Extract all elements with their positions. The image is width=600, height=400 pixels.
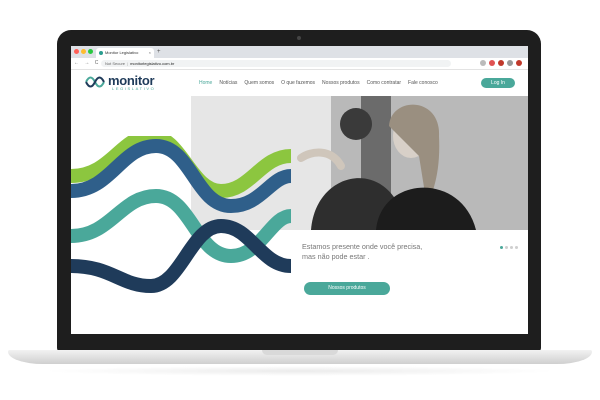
tab-title: Monitor Legislativo [105,50,139,55]
nav-nossos-produtos[interactable]: Nossos produtos [322,80,360,86]
url-text: monitorlegislativo.com.br [130,61,175,66]
logo-subtitle: LEGISLATIVO [112,86,156,91]
laptop-notch [262,350,338,355]
plus-icon[interactable]: + [157,48,161,57]
extension-icon[interactable] [507,60,513,66]
browser-tab-bar: Monitor Legislativo × + [71,46,528,58]
slider-dot[interactable] [500,246,503,249]
star-icon[interactable] [480,60,486,66]
slider-dot[interactable] [510,246,513,249]
site-header: monitor LEGISLATIVO Home Notícias Quem s… [71,70,528,96]
browser-extensions [480,60,522,66]
close-window-button[interactable] [74,49,79,54]
nav-o-que-fazemos[interactable]: O que fazemos [281,80,315,86]
hero-section: Estamos presente onde você precisa, mas … [71,96,528,334]
laptop-screen: Monitor Legislativo × + ← → C Not Secure… [71,46,528,334]
security-label: Not Secure [105,61,126,66]
nav-noticias[interactable]: Notícias [219,80,237,86]
browser-nav-buttons[interactable]: ← → C [74,58,100,69]
maximize-window-button[interactable] [88,49,93,54]
extension-icon[interactable] [489,60,495,66]
browser-tab[interactable]: Monitor Legislativo × [96,48,154,58]
decorative-waves [71,136,291,294]
slider-indicators [500,246,518,249]
nav-quem-somos[interactable]: Quem somos [244,80,274,86]
url-field[interactable]: Not Secure | monitorlegislativo.com.br [101,60,451,67]
main-nav: Home Notícias Quem somos O que fazemos N… [199,80,438,86]
laptop-frame: Monitor Legislativo × + ← → C Not Secure… [0,0,600,400]
url-separator: | [127,61,129,66]
slider-dot[interactable] [515,246,518,249]
nossos-produtos-button[interactable]: Nossos produtos [304,282,390,295]
minimize-window-button[interactable] [81,49,86,54]
nav-home[interactable]: Home [199,80,212,86]
camera-icon [297,36,301,40]
window-controls [74,49,93,54]
logo-icon [85,76,105,88]
close-icon[interactable]: × [149,48,151,58]
hero-line-1: Estamos presente onde você precisa, [302,242,423,251]
site-favicon-icon [99,50,103,55]
nav-como-contratar[interactable]: Como contratar [367,80,401,86]
slider-dot[interactable] [505,246,508,249]
hero-line-2: mas não pode estar . [302,252,370,261]
nav-fale-conosco[interactable]: Fale conosco [408,80,438,86]
hero-tagline: Estamos presente onde você precisa, mas … [302,242,422,262]
browser-address-bar: ← → C Not Secure | monitorlegislativo.com.… [71,58,528,70]
profile-icon[interactable] [516,60,522,66]
laptop-shadow [40,366,560,376]
login-button[interactable]: Log In [481,78,515,88]
extension-icon[interactable] [498,60,504,66]
